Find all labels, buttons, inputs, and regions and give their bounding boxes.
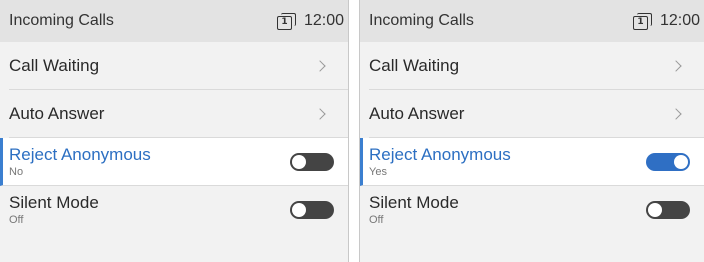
item-label: Call Waiting bbox=[369, 55, 460, 75]
status-bar: Incoming Calls 1 12:00 bbox=[0, 0, 348, 42]
item-label: Reject Anonymous bbox=[9, 144, 151, 164]
menu-item-silent-mode[interactable]: Silent Mode Off bbox=[9, 186, 348, 234]
chevron-right-icon bbox=[314, 59, 326, 72]
item-label: Silent Mode bbox=[9, 193, 99, 212]
menu-item-reject-anonymous[interactable]: Reject Anonymous No bbox=[0, 138, 348, 186]
line-icon: 1 bbox=[632, 12, 654, 30]
item-label: Reject Anonymous bbox=[369, 144, 511, 164]
phone-screen-after: Incoming Calls 1 12:00 Call Waiting Auto… bbox=[359, 0, 704, 262]
chevron-right-icon bbox=[670, 107, 682, 120]
menu-item-call-waiting[interactable]: Call Waiting bbox=[369, 42, 704, 90]
item-label: Silent Mode bbox=[369, 193, 459, 212]
clock: 12:00 bbox=[659, 12, 700, 29]
item-label: Auto Answer bbox=[9, 103, 105, 123]
status-bar: Incoming Calls 1 12:00 bbox=[360, 0, 704, 42]
menu-item-auto-answer[interactable]: Auto Answer bbox=[9, 90, 348, 138]
menu-item-silent-mode[interactable]: Silent Mode Off bbox=[369, 186, 704, 234]
item-value: Yes bbox=[369, 165, 387, 178]
menu-item-auto-answer[interactable]: Auto Answer bbox=[369, 90, 704, 138]
item-label: Call Waiting bbox=[9, 55, 100, 75]
page-title: Incoming Calls bbox=[369, 12, 474, 29]
reject-anonymous-toggle[interactable] bbox=[290, 152, 334, 171]
item-label: Auto Answer bbox=[369, 103, 465, 123]
page-title: Incoming Calls bbox=[9, 12, 114, 29]
item-value: No bbox=[9, 165, 24, 178]
silent-mode-toggle[interactable] bbox=[646, 201, 690, 219]
item-value: Off bbox=[9, 214, 24, 226]
chevron-right-icon bbox=[314, 107, 326, 120]
line-icon: 1 bbox=[276, 12, 298, 30]
item-value: Off bbox=[369, 214, 384, 226]
reject-anonymous-toggle[interactable] bbox=[646, 152, 690, 171]
menu-item-call-waiting[interactable]: Call Waiting bbox=[9, 42, 348, 90]
clock: 12:00 bbox=[303, 12, 344, 29]
menu-item-reject-anonymous[interactable]: Reject Anonymous Yes bbox=[360, 138, 704, 186]
phone-screen-before: Incoming Calls 1 12:00 Call Waiting Auto… bbox=[0, 0, 349, 262]
chevron-right-icon bbox=[670, 59, 682, 72]
silent-mode-toggle[interactable] bbox=[290, 201, 334, 219]
